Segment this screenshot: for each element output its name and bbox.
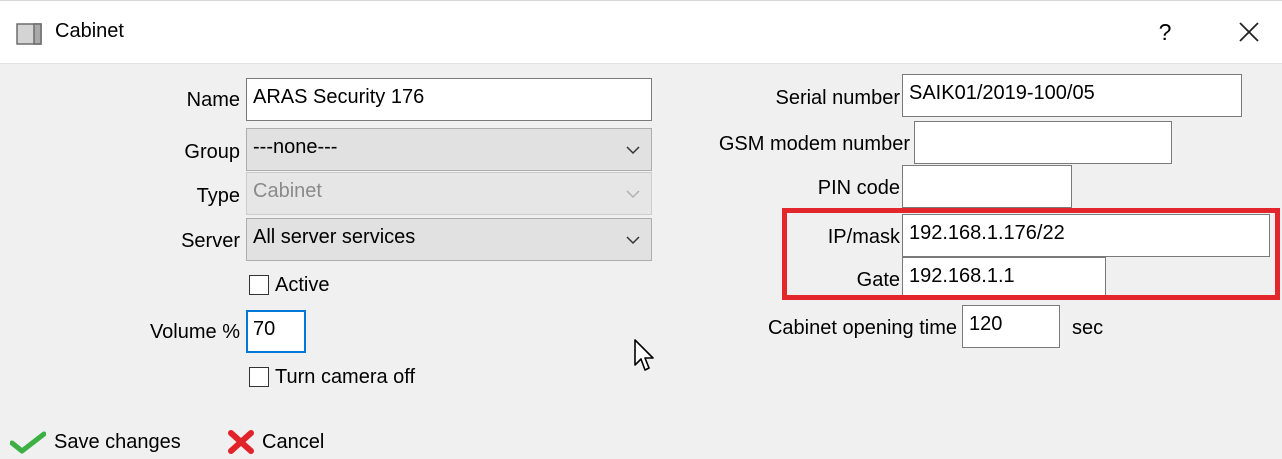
pin-label: PIN code [817, 177, 900, 199]
volume-label: Volume % [149, 321, 240, 343]
type-label: Type [196, 185, 240, 207]
save-changes-button[interactable]: Save changes [10, 427, 181, 457]
type-value: Cabinet [253, 180, 322, 202]
chevron-down-icon [626, 236, 640, 245]
gsm-label: GSM modem number [718, 133, 910, 155]
close-button[interactable] [1232, 15, 1266, 49]
chevron-down-icon [626, 190, 640, 199]
help-button[interactable]: ? [1150, 15, 1180, 49]
server-select[interactable]: All server services [246, 218, 652, 261]
pin-field[interactable] [902, 165, 1072, 208]
window-title: Cabinet [55, 20, 124, 42]
close-icon [1239, 22, 1259, 42]
camera-off-checkbox[interactable] [249, 367, 269, 387]
group-value: ---none--- [253, 136, 338, 158]
group-label: Group [184, 141, 240, 163]
type-select: Cabinet [246, 172, 652, 215]
active-checkbox[interactable] [249, 275, 269, 295]
active-label[interactable]: Active [275, 273, 329, 297]
name-field[interactable]: ARAS Security 176 [246, 78, 652, 121]
name-label: Name [186, 89, 240, 111]
mouse-cursor-icon [634, 339, 654, 371]
opening-time-field[interactable]: 120 [962, 305, 1060, 348]
chevron-down-icon [626, 146, 640, 155]
serial-label: Serial number [775, 87, 900, 109]
gsm-field[interactable] [914, 121, 1172, 164]
cancel-label: Cancel [262, 430, 325, 453]
opening-time-unit: sec [1072, 317, 1104, 339]
highlight-box [782, 208, 1280, 300]
x-icon [228, 430, 254, 454]
volume-field[interactable]: 70 [246, 310, 306, 353]
opening-time-label: Cabinet opening time [767, 317, 957, 339]
title-bar: Cabinet ? [0, 0, 1282, 64]
checkmark-icon [10, 431, 46, 454]
window-icon [16, 23, 42, 45]
serial-field[interactable]: SAIK01/2019-100/05 [902, 74, 1242, 117]
cancel-button[interactable]: Cancel [226, 427, 324, 457]
save-changes-label: Save changes [54, 430, 181, 453]
server-value: All server services [253, 226, 416, 248]
camera-off-label[interactable]: Turn camera off [275, 365, 415, 389]
group-select[interactable]: ---none--- [246, 128, 652, 171]
server-label: Server [181, 230, 240, 252]
